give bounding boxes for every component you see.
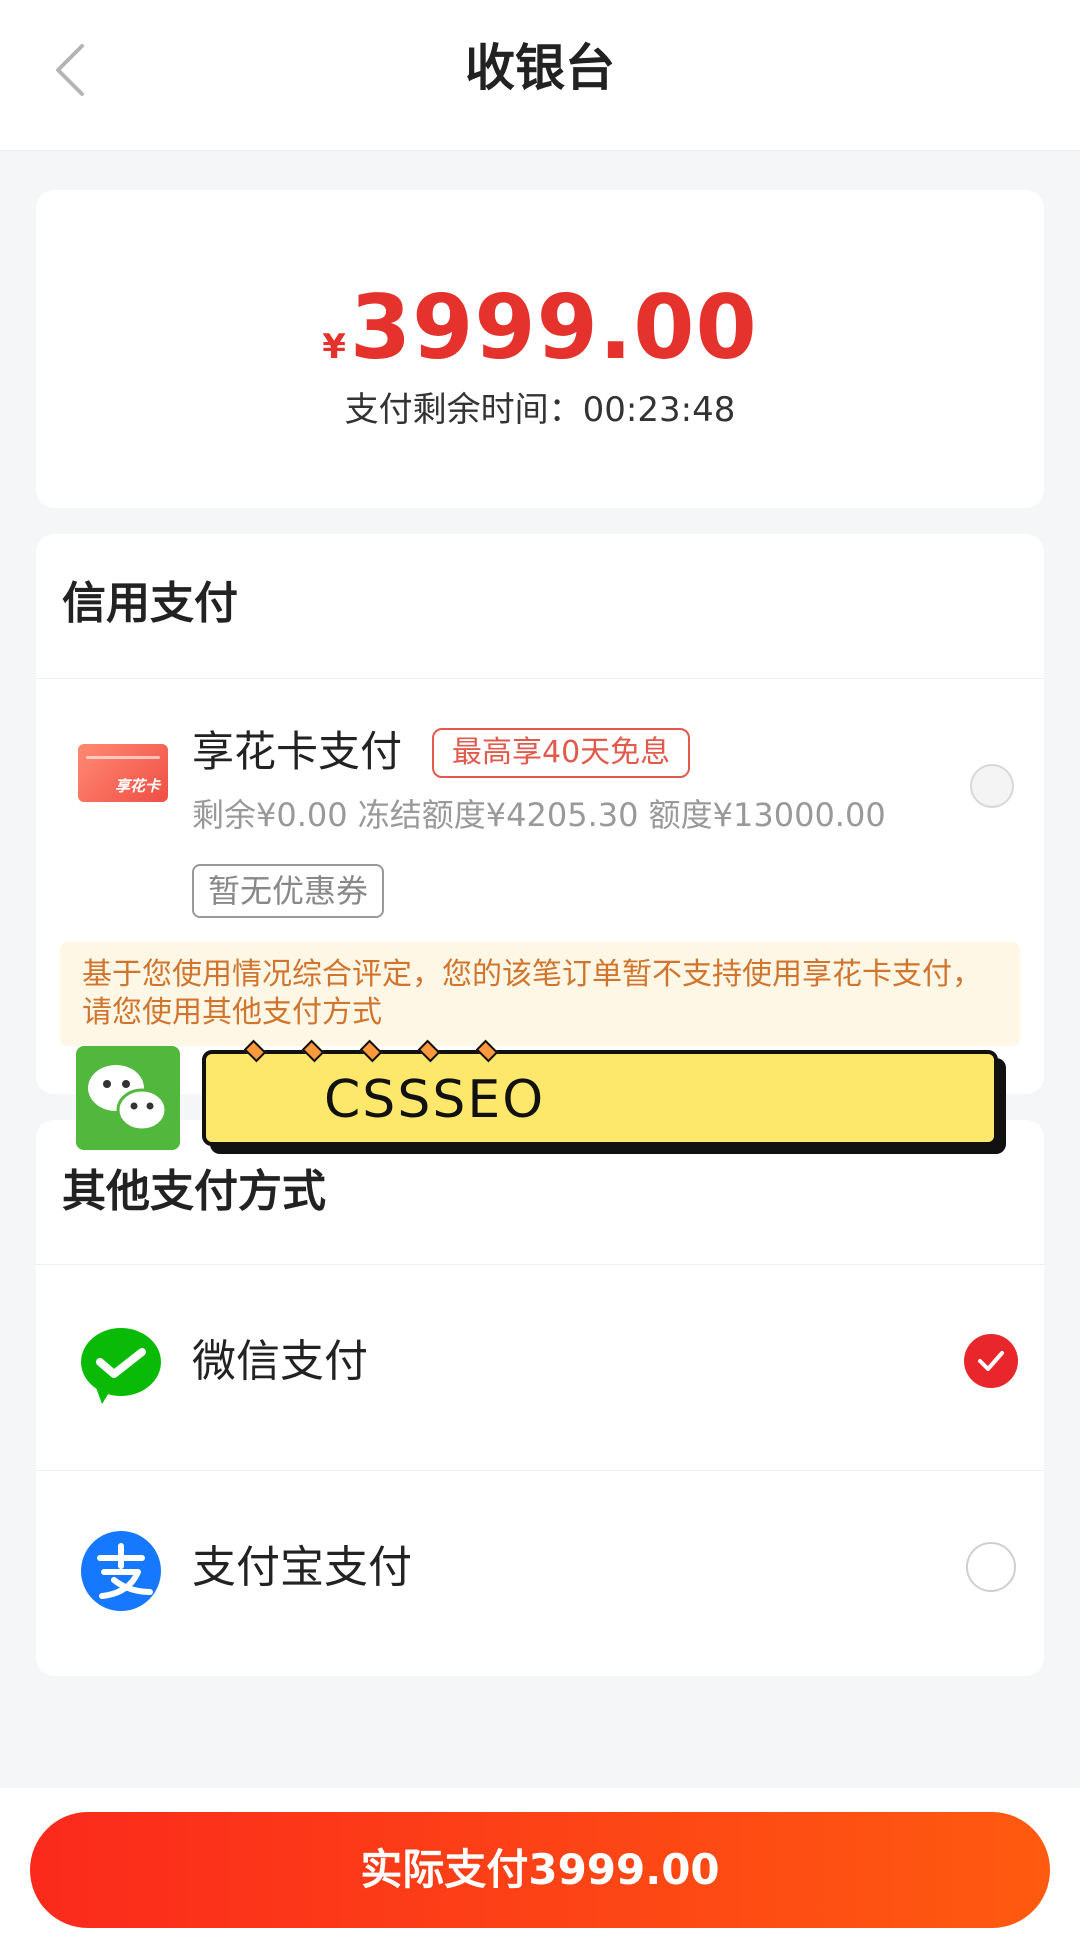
xianghua-card-pay-label: 享花卡支付 bbox=[192, 727, 403, 776]
checkmark-icon bbox=[978, 1351, 1004, 1371]
section-title-credit: 信用支付 bbox=[62, 578, 238, 629]
watermark-banner: CSSSEO bbox=[202, 1039, 998, 1146]
divider bbox=[36, 678, 1044, 679]
watermark-overlay: CSSSEO bbox=[76, 1039, 1018, 1156]
bottom-action-bar: 实际支付3999.00 bbox=[0, 1788, 1080, 1948]
amount-card: ¥3999.00 支付剩余时间：00:23:48 bbox=[36, 190, 1044, 508]
xianghua-card-icon-label: 享花卡 bbox=[114, 777, 160, 795]
wechat-pay-icon bbox=[81, 1328, 161, 1404]
alipay-radio[interactable] bbox=[966, 1542, 1016, 1592]
interest-free-badge: 最高享40天免息 bbox=[432, 728, 691, 778]
payment-option-alipay[interactable]: 支付宝支付 bbox=[36, 1476, 1044, 1656]
payment-amount: ¥3999.00 bbox=[36, 278, 1044, 403]
alipay-icon bbox=[81, 1531, 161, 1611]
credit-payment-section: 信用支付 享花卡 享花卡支付 最高享40天免息 剩余¥0.00 冻结额度¥420… bbox=[36, 534, 1044, 1094]
payment-option-wechat[interactable]: 微信支付 bbox=[36, 1270, 1044, 1450]
top-nav-bar: 收银台 bbox=[0, 0, 1080, 151]
divider bbox=[36, 1470, 1044, 1471]
divider bbox=[36, 1264, 1044, 1265]
alipay-label: 支付宝支付 bbox=[192, 1542, 412, 1593]
wechat-pay-label: 微信支付 bbox=[192, 1336, 368, 1387]
watermark-text: CSSSEO bbox=[324, 1070, 546, 1130]
amount-value: 3999.00 bbox=[349, 276, 758, 379]
unsupported-notice: 基于您使用情况综合评定，您的该笔订单暂不支持使用享花卡支付，请您使用其他支付方式 bbox=[60, 942, 1020, 1046]
coupon-status-tag[interactable]: 暂无优惠券 bbox=[192, 864, 385, 918]
credit-limit-info: 剩余¥0.00 冻结额度¥4205.30 额度¥13000.00 bbox=[192, 796, 886, 834]
wechat-pay-radio-checked[interactable] bbox=[964, 1334, 1018, 1388]
wechat-logo-icon bbox=[76, 1046, 180, 1150]
confirm-pay-button[interactable]: 实际支付3999.00 bbox=[30, 1812, 1050, 1928]
decor-dots bbox=[243, 1039, 499, 1063]
xianghua-card-icon: 享花卡 bbox=[78, 744, 168, 802]
other-payment-section: 其他支付方式 微信支付 支付宝支付 bbox=[36, 1120, 1044, 1676]
currency-symbol: ¥ bbox=[322, 327, 346, 367]
page-title: 收银台 bbox=[465, 39, 615, 97]
section-title-other: 其他支付方式 bbox=[62, 1166, 326, 1217]
payment-countdown: 支付剩余时间：00:23:48 bbox=[344, 390, 736, 430]
xianghua-card-radio[interactable] bbox=[970, 764, 1014, 808]
